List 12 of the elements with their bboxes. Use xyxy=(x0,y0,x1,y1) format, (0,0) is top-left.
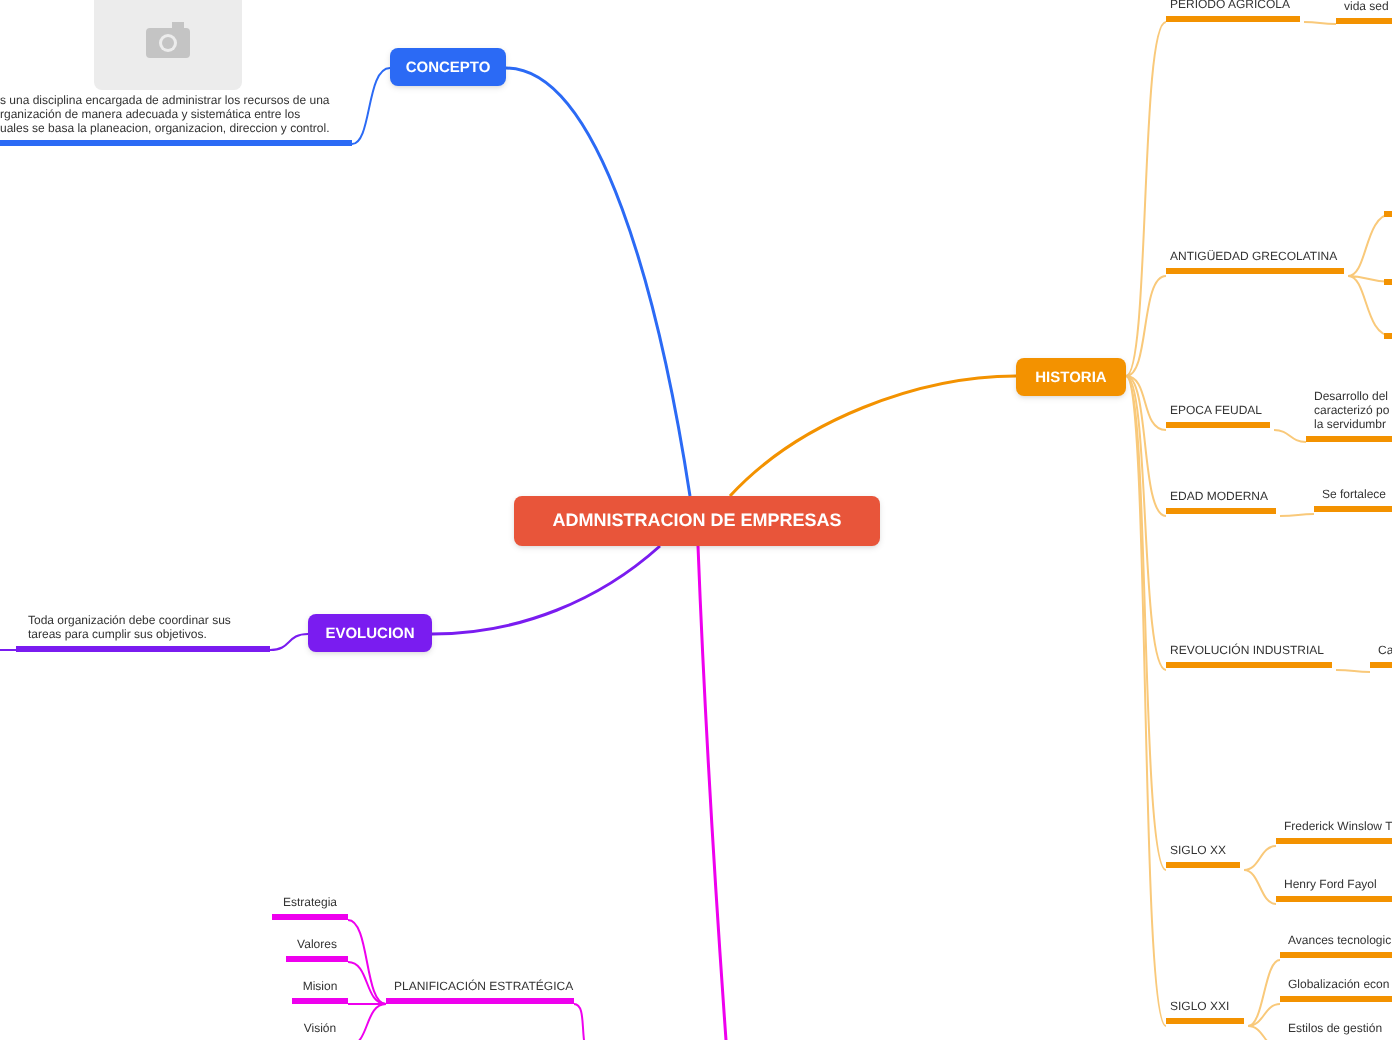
connector-line xyxy=(269,633,309,651)
camera-icon xyxy=(146,21,190,57)
connector-line xyxy=(1335,669,1371,673)
connector-line xyxy=(1273,429,1307,443)
connector-line xyxy=(351,67,391,145)
connector-line xyxy=(573,1003,585,1040)
central-topic: ADMNISTRACION DE EMPRESAS xyxy=(514,496,880,546)
connector-line xyxy=(1279,513,1315,517)
connector-line xyxy=(1243,869,1277,905)
connector-line xyxy=(0,649,17,651)
connector-line xyxy=(1303,21,1337,25)
connector-line xyxy=(1243,845,1277,871)
